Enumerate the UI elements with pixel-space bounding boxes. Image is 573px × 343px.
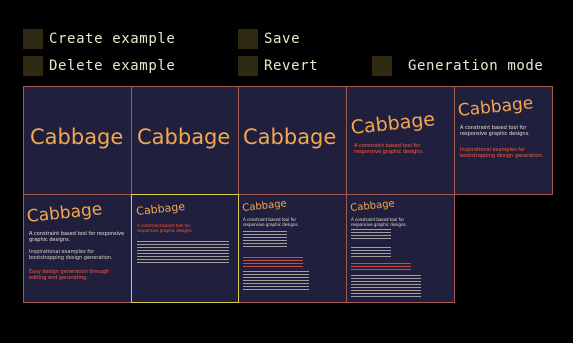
app-root: Create example Delete example Save Rever… — [0, 0, 573, 343]
example-body-text — [351, 229, 391, 241]
revert-checkbox[interactable] — [238, 56, 258, 76]
example-card-6[interactable]: Cabbage A constraint based tool for resp… — [23, 194, 132, 303]
generation-mode-checkbox[interactable] — [372, 56, 392, 76]
revert-button[interactable]: Revert — [238, 56, 318, 76]
generation-mode-toggle[interactable]: Generation mode — [372, 56, 543, 76]
example-title: Cabbage — [137, 125, 231, 149]
delete-example-checkbox[interactable] — [23, 56, 43, 76]
example-card-9[interactable]: Cabbage A constraint based tool for resp… — [346, 194, 455, 303]
example-tagline: A constraint based tool for responsive g… — [354, 143, 424, 155]
example-tagline: A constraint based tool for responsive g… — [351, 217, 407, 227]
example-accent-text — [243, 257, 303, 267]
examples-grid: Cabbage Cabbage Cabbage Cabbage A constr… — [23, 86, 553, 303]
example-card-4[interactable]: Cabbage A constraint based tool for resp… — [346, 86, 455, 195]
example-card-1[interactable]: Cabbage — [23, 86, 132, 195]
example-title: Cabbage — [30, 125, 124, 149]
revert-label: Revert — [264, 58, 319, 74]
example-card-2[interactable]: Cabbage — [131, 86, 239, 195]
example-card-8[interactable]: Cabbage A constraint based tool for resp… — [238, 194, 347, 303]
example-body-text-2 — [351, 247, 391, 259]
example-note: Easy design generation through editing a… — [29, 269, 109, 281]
example-accent-text — [351, 263, 411, 271]
example-body-text — [137, 241, 229, 263]
example-card-3[interactable]: Cabbage — [238, 86, 347, 195]
example-title: Cabbage — [349, 198, 396, 214]
create-example-checkbox[interactable] — [23, 29, 43, 49]
example-tagline: A constraint based tool for responsive g… — [460, 125, 530, 137]
delete-example-label: Delete example — [49, 58, 176, 74]
generation-mode-label: Generation mode — [408, 58, 544, 74]
example-subtitle: Inspirational examples for bootstrapping… — [29, 249, 113, 261]
example-title: Cabbage — [241, 198, 288, 214]
save-label: Save — [264, 31, 301, 47]
create-example-label: Create example — [49, 31, 176, 47]
example-card-5[interactable]: Cabbage A constraint based tool for resp… — [454, 86, 553, 195]
save-checkbox[interactable] — [238, 29, 258, 49]
example-title: Cabbage — [456, 93, 535, 121]
example-body-text-3 — [351, 275, 421, 297]
delete-example-button[interactable]: Delete example — [23, 56, 175, 76]
example-tagline: A constraint based tool for responsive g… — [137, 223, 193, 233]
create-example-button[interactable]: Create example — [23, 29, 175, 49]
example-body-text-2 — [243, 271, 309, 291]
example-title: Cabbage — [243, 125, 337, 149]
example-title: Cabbage — [25, 199, 104, 227]
example-body-text — [243, 231, 287, 249]
example-card-7[interactable]: Cabbage A constraint based tool for resp… — [131, 194, 239, 303]
save-button[interactable]: Save — [238, 29, 300, 49]
example-tagline: A constraint based tool for responsive g… — [243, 217, 299, 227]
example-subtitle: Inspirational examples for bootstrapping… — [460, 147, 544, 159]
example-title: Cabbage — [349, 108, 436, 139]
example-tagline: A constraint based tool for responsive g… — [29, 231, 125, 243]
example-title: Cabbage — [135, 199, 186, 218]
